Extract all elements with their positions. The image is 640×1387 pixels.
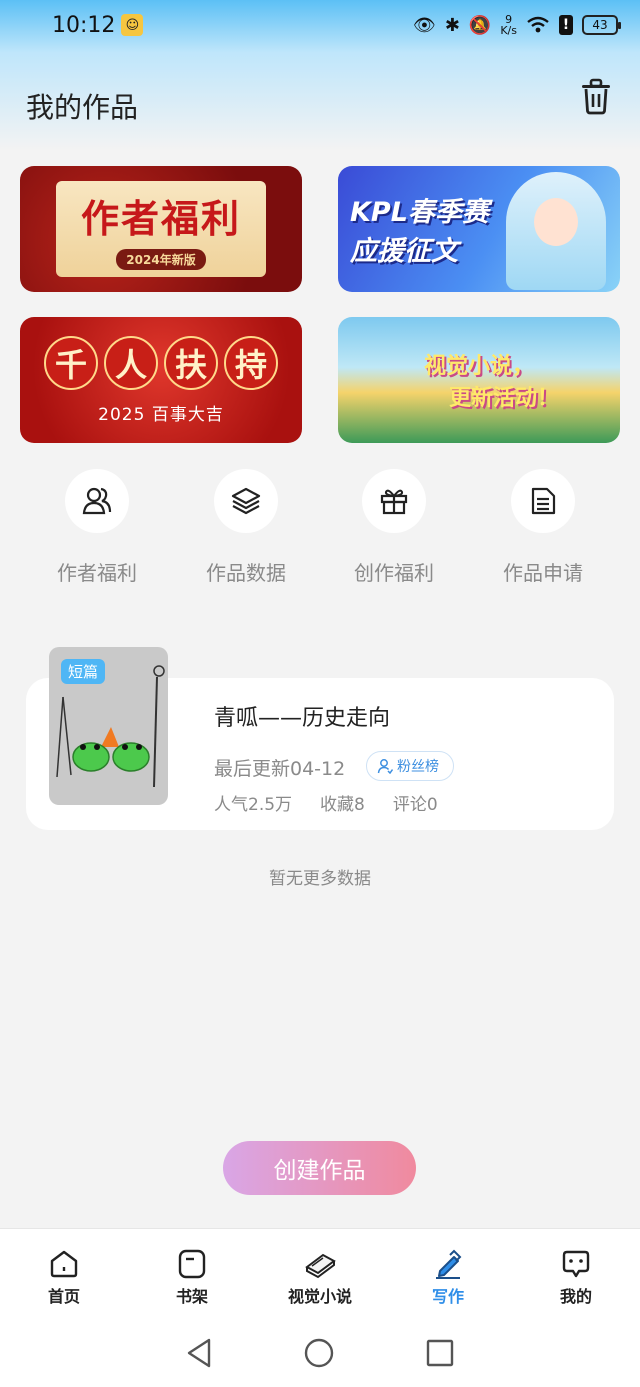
banner-title: KPL春季赛 [350,197,489,228]
home-icon [50,1250,78,1278]
quick-action-label: 作品申请 [503,561,583,585]
eye-icon: 👁 [412,14,436,36]
battery-icon: 43 [582,15,621,35]
banner-title: 视觉小说， [423,354,534,379]
tab-home[interactable]: 首页 [0,1229,128,1318]
status-time: 10:12 [52,12,116,38]
network-speed: 9 K/s [500,14,517,36]
trash-icon[interactable] [578,78,614,116]
banner-visual-novel-event[interactable]: 视觉小说， 更新活动！ [338,317,620,443]
battery-level: 43 [592,18,608,32]
tab-profile[interactable]: 我的 [512,1229,640,1318]
fans-ranking-button[interactable]: 粉丝榜 [366,751,454,781]
banner-author-benefits[interactable]: 作者福利 2024年新版 [20,166,302,292]
work-cover[interactable]: 短篇 [49,647,168,805]
quick-action-work-application[interactable]: 作品申请 [483,469,603,586]
bluetooth-icon: ✱ [444,14,460,36]
back-icon[interactable] [185,1337,213,1369]
create-work-button[interactable]: 创建作品 [223,1141,416,1195]
banner-scroll: 作者福利 2024年新版 [56,181,266,277]
tab-label: 写作 [431,1287,464,1306]
layers-icon [214,469,278,533]
users-icon [65,469,129,533]
tab-bookshelf[interactable]: 书架 [128,1229,256,1318]
comments-stat: 评论0 [392,795,438,815]
user-icon [377,759,393,774]
work-last-updated: 最后更新04-12 [214,758,346,780]
recents-icon[interactable] [425,1338,455,1368]
short-story-tag: 短篇 [61,659,106,684]
page-title: 我的作品 [26,91,139,124]
system-nav-bar [0,1318,640,1387]
mute-bell-icon: 🔕 [468,14,492,36]
alert-icon: ! [559,15,573,35]
tab-write[interactable]: 写作 [384,1229,512,1318]
banner-title: 千 人 扶 持 [44,335,278,390]
banner-kpl-contest[interactable]: KPL春季赛 应援征文 [338,166,620,292]
home-nav-icon[interactable] [303,1337,335,1369]
bottom-tab-bar: 首页 书架 视觉小说 写作 我的 [0,1228,640,1318]
wifi-icon [527,16,549,33]
status-bar: 10:12 ☺ 👁 ✱ 🔕 9 K/s ! 43 [0,0,640,50]
quick-action-work-data[interactable]: 作品数据 [186,469,306,586]
tab-label: 书架 [175,1287,208,1306]
quick-action-label: 作品数据 [206,561,286,585]
no-more-data-text: 暂无更多数据 [269,869,371,889]
bookshelf-icon [178,1249,206,1279]
document-icon [511,469,575,533]
banner-subtitle: 2025 百事大吉 [98,404,224,425]
anime-girl-illustration [506,172,606,290]
network-speed-unit: K/s [500,24,517,37]
tab-visual-novel[interactable]: 视觉小说 [256,1229,384,1318]
banner-char: 持 [224,335,278,390]
work-title[interactable]: 青呱——历史走向 [214,700,390,732]
popularity-stat: 人气2.5万 [214,795,293,815]
visual-novel-icon [305,1253,336,1279]
banner-thousand-support[interactable]: 千 人 扶 持 2025 百事大吉 [20,317,302,443]
status-icons: 👁 ✱ 🔕 9 K/s ! 43 [412,14,621,36]
tab-label: 我的 [559,1287,592,1306]
quick-action-label: 作者福利 [57,561,137,585]
quick-action-author-benefits[interactable]: 作者福利 [37,469,157,586]
tab-label: 视觉小说 [287,1287,352,1306]
banner-subtitle: 更新活动！ [448,386,559,411]
notification-app-icon: ☺ [121,14,144,36]
banner-subtitle: 2024年新版 [116,249,206,270]
banner-char: 千 [44,335,98,390]
banner-char: 人 [104,335,158,390]
profile-icon [562,1250,590,1278]
fans-ranking-label: 粉丝榜 [397,759,439,775]
banner-subtitle: 应援征文 [350,236,458,267]
quick-action-creation-benefits[interactable]: 创作福利 [334,469,454,586]
banner-title: 作者福利 [80,196,241,241]
gift-icon [362,469,426,533]
write-icon [436,1249,462,1279]
quick-action-label: 创作福利 [354,561,434,585]
work-stats: 人气2.5万 收藏8 评论0 [214,790,438,815]
banner-char: 扶 [164,335,218,390]
tab-label: 首页 [47,1287,80,1306]
favorites-stat: 收藏8 [320,795,365,815]
